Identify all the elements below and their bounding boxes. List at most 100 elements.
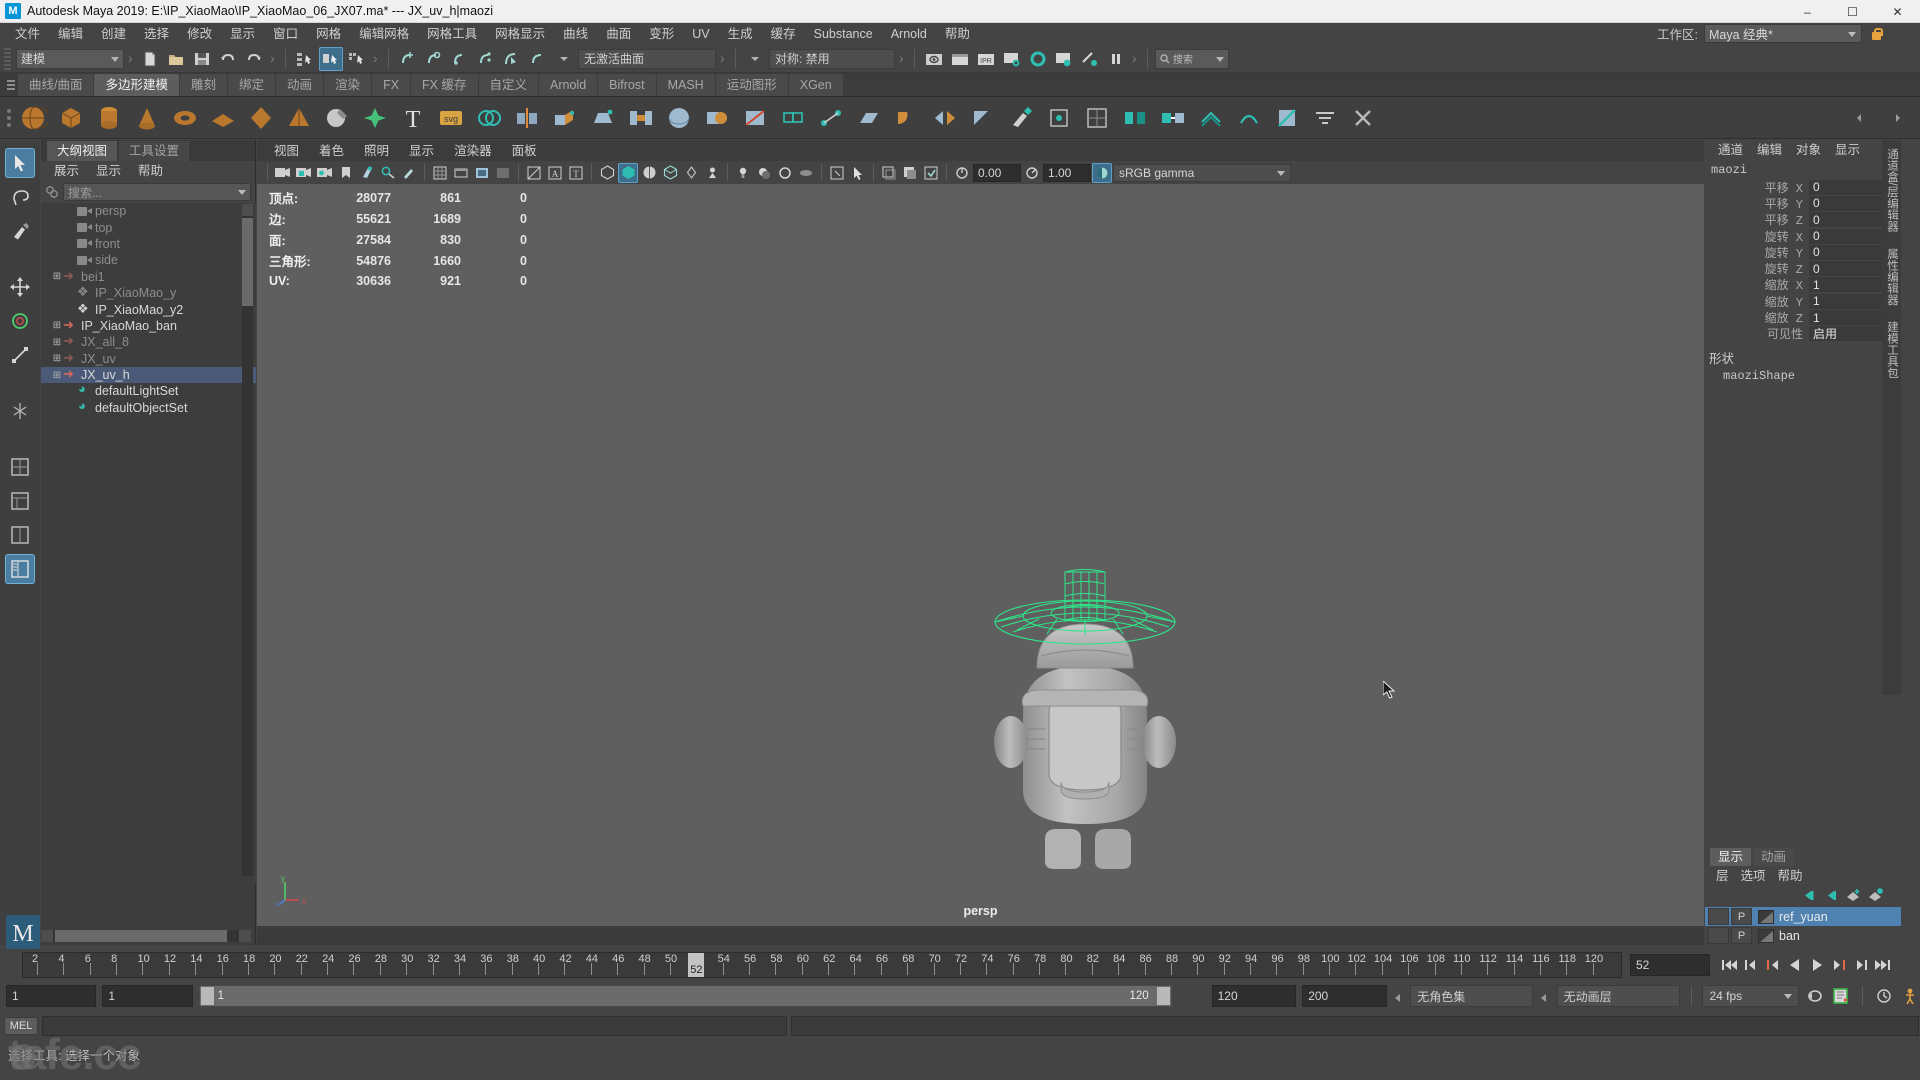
menu-help[interactable]: 帮助 xyxy=(936,23,979,45)
undo-button[interactable] xyxy=(216,47,240,71)
channel-menu-edit[interactable]: 编辑 xyxy=(1750,140,1789,160)
layer-list[interactable]: Pref_yuan Pban xyxy=(1705,907,1901,945)
channel-menu-object[interactable]: 对象 xyxy=(1789,140,1828,160)
sculpt-tool-icon[interactable] xyxy=(319,100,355,136)
poly-bevel-icon[interactable] xyxy=(585,100,621,136)
outliner-menu-help[interactable]: 帮助 xyxy=(131,161,170,181)
channel-row[interactable]: 平移 Z0 xyxy=(1705,212,1901,228)
render-sequence-button[interactable] xyxy=(1052,47,1076,71)
outliner-item-top[interactable]: top xyxy=(41,219,256,235)
poly-multicut-icon[interactable] xyxy=(737,100,773,136)
command-output[interactable] xyxy=(791,1016,1919,1036)
menu-select[interactable]: 选择 xyxy=(135,23,178,45)
camera-attributes-icon[interactable] xyxy=(315,163,335,183)
shelf-tab-arnold[interactable]: Arnold xyxy=(539,74,598,96)
shelf-scroll-right-icon[interactable] xyxy=(1880,100,1916,136)
shelf-tab-sculpting[interactable]: 雕刻 xyxy=(180,74,228,96)
color-profile-select[interactable]: sRGB gamma xyxy=(1113,163,1291,182)
wireframe-shading-icon[interactable] xyxy=(597,163,617,183)
outliner-list[interactable]: persptopfrontside⊞bei1IP_XiaoMao_yIP_Xia… xyxy=(41,203,256,883)
shelf-tab-poly-modeling[interactable]: 多边形建模 xyxy=(94,74,179,96)
expand-toggle-icon[interactable]: ⊞ xyxy=(51,271,63,282)
shelf-tab-curves[interactable]: 曲线/曲面 xyxy=(18,74,94,96)
viewport-menu-show[interactable]: 显示 xyxy=(400,141,443,161)
menu-display[interactable]: 显示 xyxy=(221,23,264,45)
image-plane-icon[interactable] xyxy=(357,163,377,183)
anim-layer-field[interactable]: 无动画层 xyxy=(1556,985,1680,1007)
two-d-pan-zoom-icon[interactable] xyxy=(378,163,398,183)
bookmark-icon[interactable] xyxy=(336,163,356,183)
move-layer-down-icon[interactable] xyxy=(1824,888,1839,903)
maximize-button[interactable]: ☐ xyxy=(1830,0,1875,23)
menu-arnold[interactable]: Arnold xyxy=(882,23,936,45)
layer-playback-toggle[interactable]: P xyxy=(1731,927,1752,944)
channel-menu-channels[interactable]: 通道 xyxy=(1711,140,1750,160)
poly-plane-icon[interactable] xyxy=(205,100,241,136)
soft-select-icon[interactable] xyxy=(357,100,393,136)
snap-to-curve-button[interactable] xyxy=(422,47,446,71)
shelf-tab-motion-graphics[interactable]: 运动图形 xyxy=(715,74,788,96)
poly-separate-icon[interactable] xyxy=(509,100,545,136)
isolate-select-icon[interactable] xyxy=(827,163,847,183)
outliner-item-defaultlightset[interactable]: defaultLightSet xyxy=(41,381,256,399)
resolution-gate-icon[interactable] xyxy=(472,163,492,183)
go-to-start-button[interactable] xyxy=(1718,954,1739,976)
paint-select-tool-button[interactable] xyxy=(5,216,35,246)
motion-blur-icon[interactable] xyxy=(796,163,816,183)
outliner-item-ip_xiaomao_y[interactable]: IP_XiaoMao_y xyxy=(41,284,256,301)
select-by-object-button[interactable] xyxy=(319,46,343,71)
layer-menu-options[interactable]: 选项 xyxy=(1735,867,1772,885)
hypershade-button[interactable] xyxy=(1026,47,1050,71)
layer-visibility-toggle[interactable] xyxy=(1708,927,1729,944)
playback-speed-select[interactable]: 24 fps xyxy=(1702,985,1799,1007)
smooth-proxy-icon[interactable] xyxy=(1193,100,1229,136)
layout-outliner-persp-button[interactable] xyxy=(5,554,35,584)
hardware-texturing-icon[interactable] xyxy=(660,163,680,183)
toggle-render-button[interactable] xyxy=(1078,47,1102,71)
scroll-right-icon[interactable] xyxy=(239,930,251,942)
time-slider[interactable]: 2 4 6 8 10 12 14 16 18 20 22 24 26 28 30 32 34 36 38 40 42 44… xyxy=(22,952,1622,978)
shelf-scroll-left-icon[interactable] xyxy=(1841,100,1877,136)
anim-layer-prev-arrow[interactable] xyxy=(1539,985,1550,1007)
save-scene-button[interactable] xyxy=(190,47,214,71)
outliner-item-defaultobjectset[interactable]: defaultObjectSet xyxy=(41,398,256,416)
use-all-lights-icon[interactable] xyxy=(733,163,753,183)
viewport-menu-view[interactable]: 视图 xyxy=(265,141,308,161)
outliner-item-jx_uv[interactable]: ⊞ JX_uv xyxy=(41,350,256,367)
anim-end-time-field[interactable]: 200 xyxy=(1302,985,1387,1007)
poly-chamfer-icon[interactable] xyxy=(965,100,1001,136)
pause-render-button[interactable] xyxy=(1104,47,1128,71)
outliner-item-ip_xiaomao_ban[interactable]: ⊞ IP_XiaoMao_ban xyxy=(41,317,256,334)
poly-torus-icon[interactable] xyxy=(167,100,203,136)
poly-extrude-icon[interactable] xyxy=(547,100,583,136)
layout-four-view-button[interactable] xyxy=(5,486,35,516)
shelf-tab-xgen[interactable]: XGen xyxy=(788,74,843,96)
clean-up-icon[interactable] xyxy=(1345,100,1381,136)
shelf-tab-custom[interactable]: 自定义 xyxy=(478,74,539,96)
select-objects-arrow-icon[interactable] xyxy=(848,163,868,183)
menu-generate[interactable]: 生成 xyxy=(719,23,762,45)
layout-split-button[interactable] xyxy=(5,520,35,550)
render-view-button[interactable] xyxy=(922,47,946,71)
channel-row[interactable]: 旋转 Z0 xyxy=(1705,260,1901,277)
ipr-render-button[interactable]: IPR xyxy=(974,47,998,71)
menu-create[interactable]: 创建 xyxy=(92,23,135,45)
animation-preferences-icon[interactable] xyxy=(1874,985,1894,1007)
outliner-item-jx_uv_h[interactable]: ⊞ JX_uv_h xyxy=(41,366,256,384)
xray-mode-icon[interactable] xyxy=(702,163,722,183)
move-tool-button[interactable] xyxy=(5,272,35,302)
move-layer-up-icon[interactable] xyxy=(1802,888,1817,903)
channel-row[interactable]: 旋转 Y0 xyxy=(1705,244,1901,261)
shelf-tab-bifrost[interactable]: Bifrost xyxy=(598,74,656,96)
gate-mask-icon[interactable] xyxy=(493,163,513,183)
side-tab-channel-box[interactable]: 通道盒/层编辑器 xyxy=(1882,140,1902,240)
range-slider[interactable]: 1 120 xyxy=(198,985,1172,1007)
menuset-select[interactable]: 建模 xyxy=(16,48,124,69)
playback-loop-icon[interactable] xyxy=(1805,985,1825,1007)
shelf-menu-icon[interactable] xyxy=(4,74,18,96)
layer-row[interactable]: Pref_yuan xyxy=(1705,907,1901,926)
outliner-menu-display[interactable]: 展示 xyxy=(47,161,86,181)
scale-tool-button[interactable] xyxy=(5,340,35,370)
expand-toggle-icon[interactable]: ⊞ xyxy=(51,370,63,381)
close-button[interactable]: ✕ xyxy=(1875,0,1920,23)
